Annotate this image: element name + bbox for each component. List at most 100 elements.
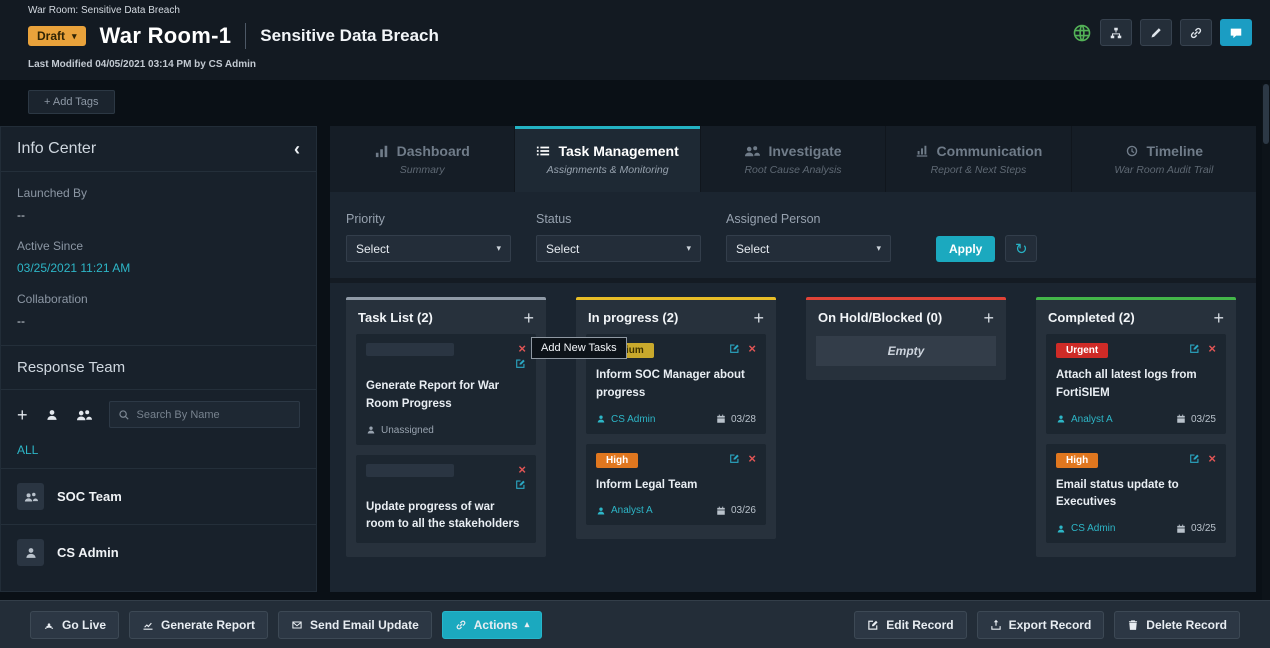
add-task-icon[interactable]: + <box>753 311 764 325</box>
edit-task-icon[interactable] <box>515 358 526 369</box>
add-task-icon[interactable]: + <box>1213 311 1224 325</box>
page-scrollbar[interactable] <box>1262 84 1270 600</box>
column-task-list: Task List (2) + × Generate Report for Wa… <box>346 297 546 557</box>
column-title: Completed (2) <box>1048 310 1135 325</box>
member-row-soc-team[interactable]: SOC Team <box>1 468 316 524</box>
person-icon <box>366 425 376 435</box>
column-title: In progress (2) <box>588 310 678 325</box>
refresh-button[interactable]: ↻ <box>1005 235 1037 262</box>
edit-task-icon[interactable] <box>1189 343 1200 354</box>
person-filter-icon[interactable] <box>45 408 59 422</box>
collapse-panel-icon[interactable]: ‹ <box>294 143 300 155</box>
member-row-cs-admin[interactable]: CS Admin <box>1 524 316 580</box>
tab-communication[interactable]: Communication Report & Next Steps <box>885 126 1070 192</box>
edit-task-icon[interactable] <box>515 479 526 490</box>
export-record-button[interactable]: Export Record <box>977 611 1105 639</box>
breadcrumb: War Room: Sensitive Data Breach <box>28 5 1270 16</box>
person-icon <box>596 506 606 516</box>
page-title: War Room-1 <box>100 23 232 49</box>
task-card[interactable]: High × Inform Legal Team Analyst A <box>586 444 766 526</box>
dashboard-icon <box>375 144 389 158</box>
last-modified-text: Last Modified 04/05/2021 03:14 PM by CS … <box>28 59 1270 70</box>
edit-task-icon[interactable] <box>1189 453 1200 464</box>
caret-down-icon: ▾ <box>876 243 881 254</box>
delete-task-icon[interactable]: × <box>1208 453 1216 464</box>
add-task-icon[interactable]: + <box>983 311 994 325</box>
trash-icon <box>1127 619 1139 631</box>
caret-down-icon: ▾ <box>686 243 691 254</box>
field-value: 03/25/2021 11:21 AM <box>17 261 300 275</box>
kanban-board: Task List (2) + × Generate Report for Wa… <box>330 283 1256 571</box>
go-live-button[interactable]: Go Live <box>30 611 119 639</box>
live-status-icon <box>1072 23 1092 43</box>
caret-down-icon: ▾ <box>496 243 501 254</box>
column-completed: Completed (2) + Urgent × Attach all late… <box>1036 297 1236 557</box>
caret-up-icon: ▴ <box>525 619 530 630</box>
assigned-select[interactable]: Select ▾ <box>726 235 891 262</box>
mail-icon <box>291 619 303 631</box>
generate-report-button[interactable]: Generate Report <box>129 611 268 639</box>
task-card[interactable]: × Update progress of war room to all the… <box>356 455 536 544</box>
link-icon <box>455 619 467 631</box>
team-avatar-icon <box>17 483 44 510</box>
calendar-icon <box>1176 524 1186 534</box>
sitemap-button[interactable] <box>1100 19 1132 46</box>
field-label: Active Since <box>17 239 300 253</box>
link-button[interactable] <box>1180 19 1212 46</box>
send-email-update-button[interactable]: Send Email Update <box>278 611 432 639</box>
actions-button[interactable]: Actions ▴ <box>442 611 543 639</box>
add-tags-button[interactable]: + Add Tags <box>28 90 115 114</box>
priority-badge: High <box>1056 453 1098 468</box>
scrollbar-thumb[interactable] <box>1263 84 1269 144</box>
task-list-icon <box>536 144 550 158</box>
status-badge[interactable]: Draft ▾ <box>28 26 86 46</box>
delete-task-icon[interactable]: × <box>518 343 526 354</box>
tab-investigate[interactable]: Investigate Root Cause Analysis <box>700 126 885 192</box>
team-filter-icon[interactable] <box>76 407 92 423</box>
export-icon <box>990 619 1002 631</box>
tab-bar: Dashboard Summary Task Management Assign… <box>330 126 1256 192</box>
calendar-icon <box>716 414 726 424</box>
search-input[interactable] <box>137 409 291 421</box>
task-card[interactable]: × Generate Report for War Room Progress … <box>356 334 536 445</box>
info-center-panel: Info Center ‹ Launched By -- Active Sinc… <box>0 126 317 592</box>
delete-record-button[interactable]: Delete Record <box>1114 611 1240 639</box>
tab-task-management[interactable]: Task Management Assignments & Monitoring <box>514 126 699 192</box>
go-live-icon <box>43 619 55 631</box>
task-card[interactable]: Urgent × Attach all latest logs from For… <box>1046 334 1226 434</box>
edit-icon <box>867 619 879 631</box>
edit-record-button[interactable]: Edit Record <box>854 611 966 639</box>
edit-header-button[interactable] <box>1140 19 1172 46</box>
info-center-title: Info Center <box>17 140 96 158</box>
task-title: Update progress of war room to all the s… <box>366 499 526 535</box>
chat-button[interactable] <box>1220 19 1252 46</box>
add-task-icon[interactable]: + <box>523 311 534 325</box>
priority-select[interactable]: Select ▾ <box>346 235 511 262</box>
delete-task-icon[interactable]: × <box>748 453 756 464</box>
add-member-icon[interactable]: + <box>17 408 28 422</box>
task-card[interactable]: High × Email status update to Executives… <box>1046 444 1226 544</box>
delete-task-icon[interactable]: × <box>748 343 756 354</box>
task-title: Generate Report for War Room Progress <box>366 378 526 414</box>
task-assignee: CS Admin <box>596 414 655 425</box>
tab-dashboard[interactable]: Dashboard Summary <box>330 126 514 192</box>
task-assignee: Analyst A <box>596 505 653 516</box>
apply-button[interactable]: Apply <box>936 236 995 262</box>
status-badge-label: Draft <box>37 29 65 43</box>
field-value: -- <box>17 314 300 328</box>
delete-task-icon[interactable]: × <box>518 464 526 475</box>
filter-all-link[interactable]: ALL <box>1 436 316 468</box>
column-on-hold: On Hold/Blocked (0) + Empty <box>806 297 1006 380</box>
edit-task-icon[interactable] <box>729 343 740 354</box>
tab-timeline[interactable]: Timeline War Room Audit Trail <box>1071 126 1256 192</box>
delete-task-icon[interactable]: × <box>1208 343 1216 354</box>
assigned-filter-label: Assigned Person <box>726 212 891 226</box>
calendar-icon <box>1176 414 1186 424</box>
main-panel: Dashboard Summary Task Management Assign… <box>330 126 1256 592</box>
header: War Room: Sensitive Data Breach Draft ▾ … <box>0 0 1270 80</box>
column-in-progress: In progress (2) + Medium × Inform SOC Ma… <box>576 297 776 539</box>
edit-task-icon[interactable] <box>729 453 740 464</box>
status-select[interactable]: Select ▾ <box>536 235 701 262</box>
person-icon <box>1056 414 1066 424</box>
priority-badge: Urgent <box>1056 343 1108 358</box>
